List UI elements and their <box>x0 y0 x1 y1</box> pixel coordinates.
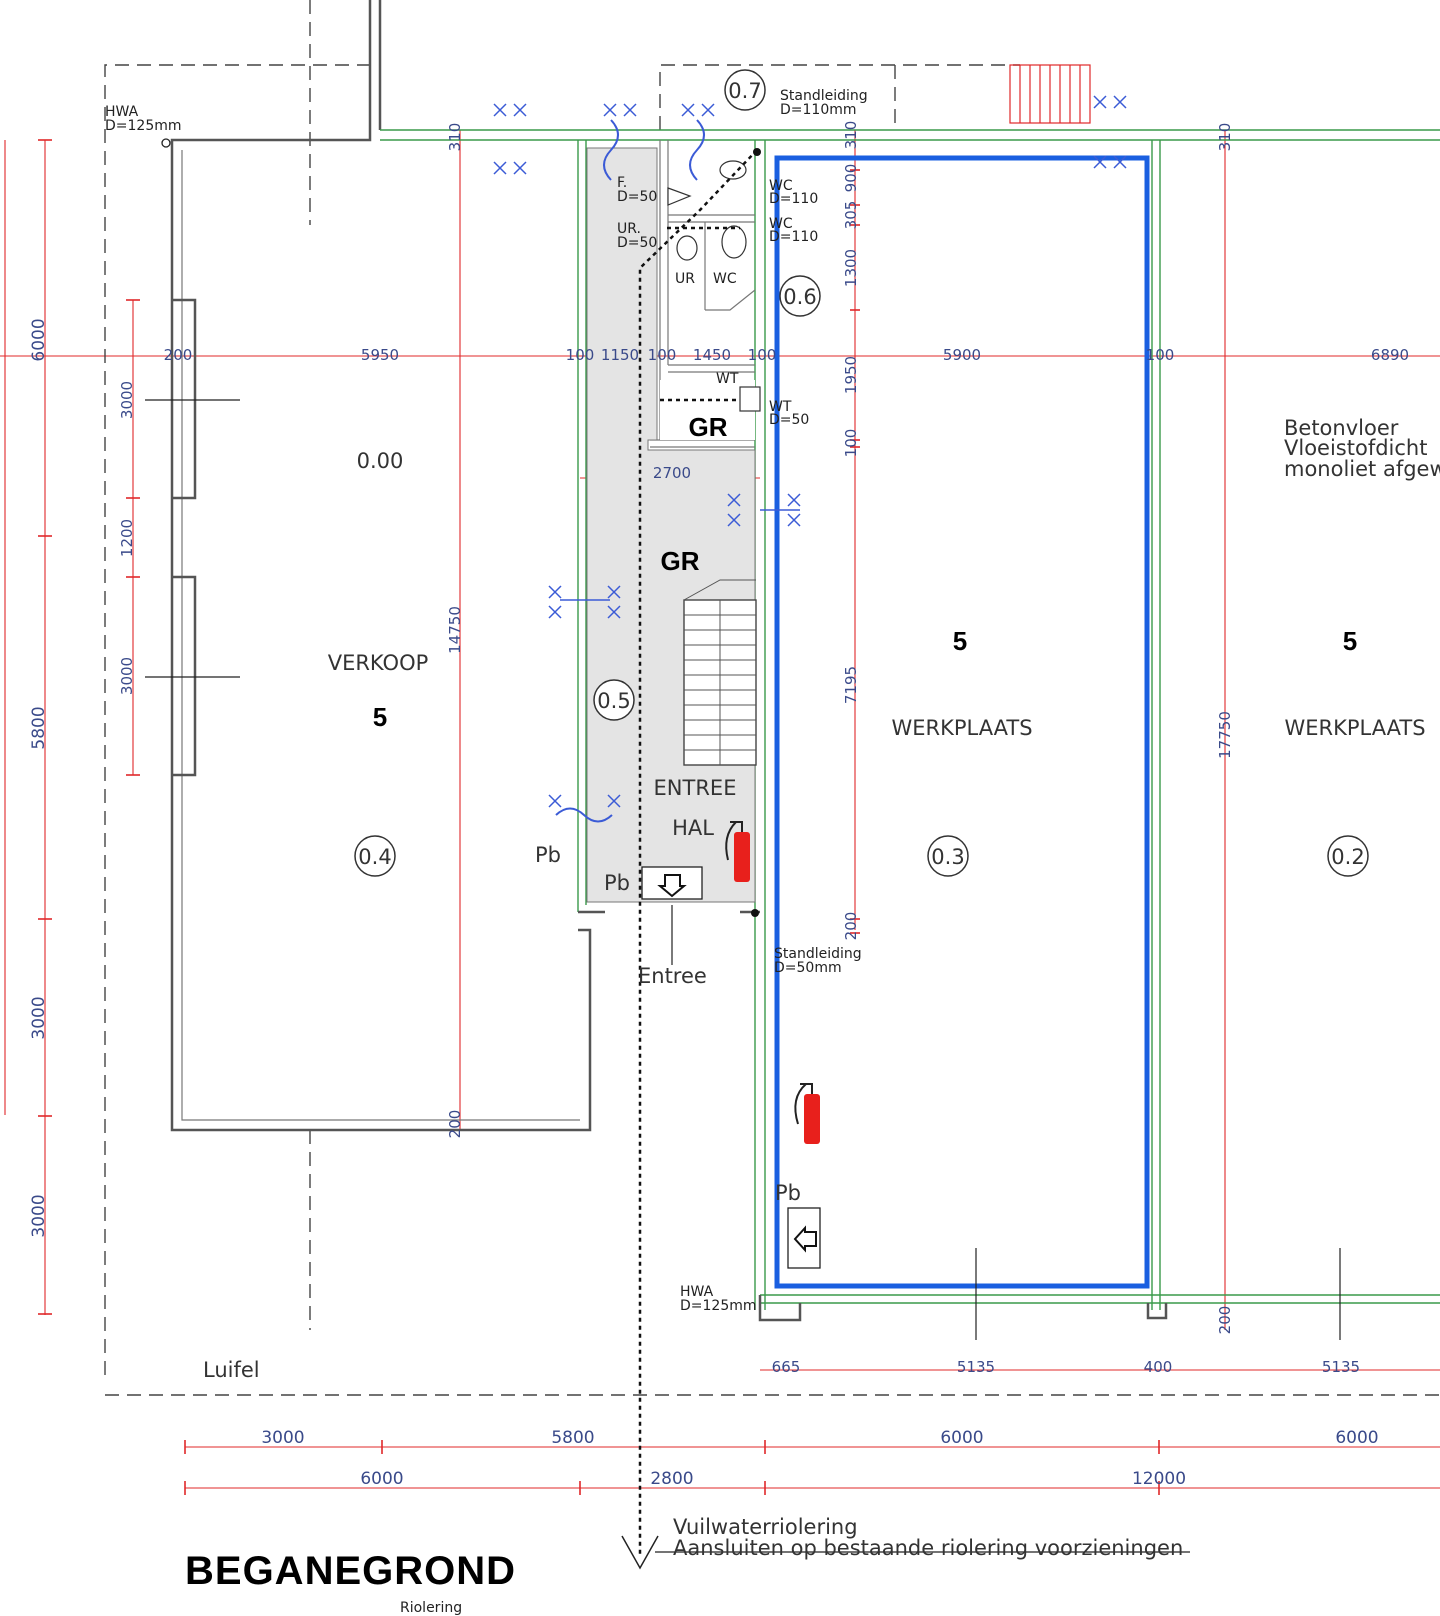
ur-label: UR <box>675 271 695 287</box>
dimension-label: 200 <box>446 1110 464 1139</box>
dimension-label: 5950 <box>361 346 399 364</box>
drawing-subtitle: Riolering <box>400 1600 462 1616</box>
dimension-label: 100 <box>748 346 777 364</box>
dimension-label: 305 <box>842 201 860 230</box>
standleiding-diameter: D=50mm <box>774 960 842 976</box>
dimension-label: 200 <box>164 346 193 364</box>
floor-plan-drawing: 0.4 0.5 0.3 0.2 0.6 0.7 0.00 VERKOOP 5 5… <box>0 0 1440 1616</box>
room-number: 5 <box>953 626 967 656</box>
pb-label: Pb <box>604 871 630 895</box>
dimension-label: 3000 <box>261 1428 304 1448</box>
room-id-label: 0.2 <box>1331 845 1364 869</box>
dimension-label: 310 <box>446 123 464 152</box>
dimension-label: 3000 <box>118 657 136 695</box>
fire-extinguisher-icon <box>794 1083 820 1144</box>
fixture-label: WT <box>716 371 739 387</box>
drawing-title: BEGANEGROND <box>185 1549 516 1593</box>
dimension-label: 100 <box>566 346 595 364</box>
sewer-note-text: Aansluiten op bestaande riolering voorzi… <box>673 1536 1183 1560</box>
room-code-gr: GR <box>689 412 728 442</box>
room-id-label: 0.5 <box>597 689 630 713</box>
dimension-label: 100 <box>842 429 860 458</box>
room-name-verkoop: VERKOOP <box>328 651 429 675</box>
hwa-diameter: D=125mm <box>680 1298 757 1314</box>
dimension-label: 1950 <box>842 356 860 394</box>
dimension-label: 1200 <box>118 519 136 557</box>
dimension-label: 5135 <box>957 1358 995 1376</box>
room-number: 5 <box>1343 626 1357 656</box>
dimension-label: 2800 <box>650 1469 693 1489</box>
fixture-diameter: D=50 <box>617 235 657 251</box>
fixture-diameter: D=50 <box>769 412 809 428</box>
dimension-label: 1150 <box>601 346 639 364</box>
dimension-label: 2700 <box>653 464 691 482</box>
dimension-label: 665 <box>772 1358 801 1376</box>
room-name-werkplaats: WERKPLAATS <box>891 716 1032 740</box>
dimension-label: 7195 <box>842 666 860 704</box>
entrance-label: Entree <box>638 964 707 988</box>
outdoor-stair <box>1009 64 1091 124</box>
dimension-label: 6000 <box>29 318 49 361</box>
dimension-label: 200 <box>842 912 860 941</box>
dimension-label: 3000 <box>118 381 136 419</box>
floor-note-line3: monoliet afgew <box>1284 457 1440 481</box>
dimension-label: 310 <box>1216 123 1234 152</box>
dimension-label: 17750 <box>1216 711 1234 759</box>
dimension-label: 5800 <box>551 1428 594 1448</box>
dimension-label: 3000 <box>29 1194 49 1237</box>
hwa-diameter: D=125mm <box>105 118 182 134</box>
fixture-diameter: D=50 <box>617 189 657 205</box>
dimension-label: 5800 <box>29 706 49 749</box>
dimension-label: 900 <box>842 164 860 193</box>
room-id-label: 0.4 <box>358 845 391 869</box>
room-id-label: 0.3 <box>931 845 964 869</box>
exit-sign-icon <box>787 1207 821 1269</box>
dimension-label: 400 <box>1144 1358 1173 1376</box>
wc-label: WC <box>713 271 737 287</box>
standleiding-diameter: D=110mm <box>780 102 857 118</box>
dimension-label: 200 <box>1216 1306 1234 1335</box>
room-id-label: 0.6 <box>783 285 816 309</box>
dimension-label: 310 <box>842 121 860 150</box>
dimension-label: 14750 <box>446 606 464 654</box>
dimension-label: 3000 <box>29 996 49 1039</box>
dimension-label: 5900 <box>943 346 981 364</box>
canopy-label: Luifel <box>203 1358 260 1382</box>
dimension-label: 1300 <box>842 249 860 287</box>
stair <box>683 579 757 766</box>
fixture-diameter: D=110 <box>769 229 818 245</box>
dimension-label: 6000 <box>1335 1428 1378 1448</box>
room-number: 5 <box>373 702 387 732</box>
dimension-label: 6890 <box>1371 346 1409 364</box>
room-name-entree: ENTREE <box>654 776 737 800</box>
room-code-gr: GR <box>661 546 700 576</box>
dimension-label: 100 <box>648 346 677 364</box>
dimension-label: 6000 <box>940 1428 983 1448</box>
dimension-label: 1450 <box>693 346 731 364</box>
pb-label: Pb <box>775 1181 801 1205</box>
floor-level-label: 0.00 <box>357 449 404 473</box>
room-id-label: 0.7 <box>728 79 761 103</box>
fixture-diameter: D=110 <box>769 191 818 207</box>
room-name-werkplaats: WERKPLAATS <box>1284 716 1425 740</box>
room-name-hal: HAL <box>672 816 714 840</box>
dimension-label: 5135 <box>1322 1358 1360 1376</box>
exit-sign-icon <box>641 866 703 900</box>
dimension-label: 6000 <box>360 1469 403 1489</box>
dimension-label: 12000 <box>1132 1469 1186 1489</box>
canopy-outline <box>104 0 1440 1396</box>
dimension-label: 100 <box>1146 346 1175 364</box>
pb-label: Pb <box>535 843 561 867</box>
